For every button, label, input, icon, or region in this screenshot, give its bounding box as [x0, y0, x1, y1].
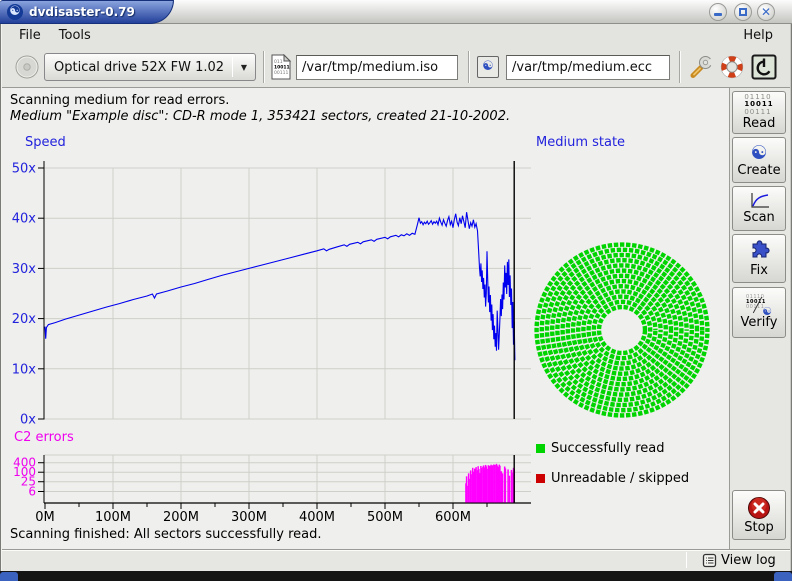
svg-text:00111: 00111 [274, 70, 288, 76]
ecc-path-input[interactable] [506, 55, 670, 80]
minimize-button[interactable] [709, 3, 727, 21]
yin-yang-icon: ☯ [7, 4, 23, 20]
ecc-file-icon: ☯ [477, 56, 499, 78]
svg-text:500M: 500M [367, 510, 403, 525]
iso-path-input[interactable] [296, 55, 458, 80]
read-label: Read [743, 116, 776, 131]
green-swatch-icon [536, 444, 545, 453]
preferences-button[interactable] [687, 52, 715, 82]
window-title: dvdisaster-0.79 [29, 5, 135, 19]
svg-text:Speed: Speed [25, 135, 66, 150]
svg-text:300M: 300M [231, 510, 267, 525]
minimize-icon [714, 13, 722, 16]
svg-text:0M: 0M [35, 510, 55, 525]
taskbar-corner-right [774, 572, 792, 581]
verify-icon: 01110 10011 00111 ☯ [746, 295, 772, 315]
svg-text:400M: 400M [299, 510, 335, 525]
svg-text:0x: 0x [20, 413, 36, 428]
legend-successfully-read: Successfully read [536, 441, 664, 456]
stop-label: Stop [744, 520, 774, 535]
fix-label: Fix [750, 263, 768, 278]
maximize-icon [739, 8, 747, 16]
titlebar[interactable]: ☯ dvdisaster-0.79 ✕ [0, 0, 792, 24]
lifebuoy-icon [719, 54, 745, 80]
chevron-down-icon: ▼ [233, 63, 255, 72]
power-icon [751, 54, 777, 80]
legend-label: Unreadable / skipped [551, 471, 689, 486]
menubar: File Tools Help [0, 24, 792, 46]
fix-button[interactable]: Fix [732, 234, 786, 283]
close-button[interactable]: ✕ [757, 3, 775, 21]
create-label: Create [737, 163, 780, 178]
menu-file[interactable]: File [10, 26, 50, 45]
quit-button[interactable] [750, 52, 778, 82]
binary-icon: 01110 10011 00111 [744, 94, 773, 117]
svg-text:30x: 30x [12, 262, 37, 277]
statusbar [0, 549, 792, 571]
svg-text:C2 errors: C2 errors [14, 430, 74, 445]
close-icon: ✕ [761, 6, 771, 18]
finished-status: Scanning finished: All sectors successfu… [10, 527, 322, 542]
chart-curve-icon [748, 192, 770, 210]
scan-label: Scan [743, 210, 775, 225]
red-swatch-icon [536, 474, 545, 483]
maximize-button[interactable] [734, 3, 752, 21]
red-cross-icon [747, 496, 771, 520]
read-button[interactable]: 01110 10011 00111 Read [732, 91, 786, 134]
legend-label: Successfully read [551, 441, 664, 456]
drive-selector[interactable]: Optical drive 52X FW 1.02 ▼ [44, 53, 256, 81]
svg-text:200M: 200M [163, 510, 199, 525]
svg-text:6: 6 [28, 485, 36, 499]
svg-text:Medium state: Medium state [536, 135, 625, 150]
view-log-button[interactable]: View log [698, 550, 780, 570]
svg-text:011: 011 [274, 59, 283, 65]
svg-text:10011: 10011 [274, 65, 290, 71]
svg-text:20x: 20x [12, 312, 37, 327]
desktop-taskbar-strip [0, 571, 792, 581]
yin-yang-icon: ☯ [750, 143, 767, 163]
taskbar-corner-left [0, 572, 18, 581]
view-log-label: View log [721, 553, 776, 568]
svg-text:50x: 50x [12, 162, 37, 177]
help-button[interactable] [718, 52, 746, 82]
create-button[interactable]: ☯ Create [732, 137, 786, 183]
medium-state-disc: Medium state [536, 135, 707, 415]
legend-unreadable: Unreadable / skipped [536, 471, 689, 486]
binary-file-icon: 011 10011 00111 [270, 54, 292, 84]
svg-text:100M: 100M [95, 510, 131, 525]
puzzle-icon [747, 239, 771, 263]
menu-tools[interactable]: Tools [50, 26, 100, 45]
disc-icon [14, 54, 40, 84]
speed-chart: 0x 10x 20x 30x 40x 50x Speed [12, 135, 531, 428]
drive-selector-value: Optical drive 52X FW 1.02 [45, 60, 232, 75]
scan-button[interactable]: Scan [732, 186, 786, 231]
svg-text:40x: 40x [12, 212, 37, 227]
svg-text:600M: 600M [435, 510, 471, 525]
c2-errors-chart: 400100256C2 errors0M100M200M300M400M500M… [13, 430, 531, 525]
wrench-icon [688, 54, 714, 80]
titlebar-tab: ☯ dvdisaster-0.79 [0, 0, 174, 24]
dvdisaster-window: ☯ dvdisaster-0.79 ✕ File Tools Help Opti… [0, 0, 792, 581]
verify-button[interactable]: 01110 10011 00111 ☯ Verify [732, 287, 786, 338]
svg-text:10x: 10x [12, 362, 37, 377]
list-icon [702, 553, 717, 568]
menu-help[interactable]: Help [734, 26, 782, 45]
stop-button[interactable]: Stop [732, 490, 786, 540]
